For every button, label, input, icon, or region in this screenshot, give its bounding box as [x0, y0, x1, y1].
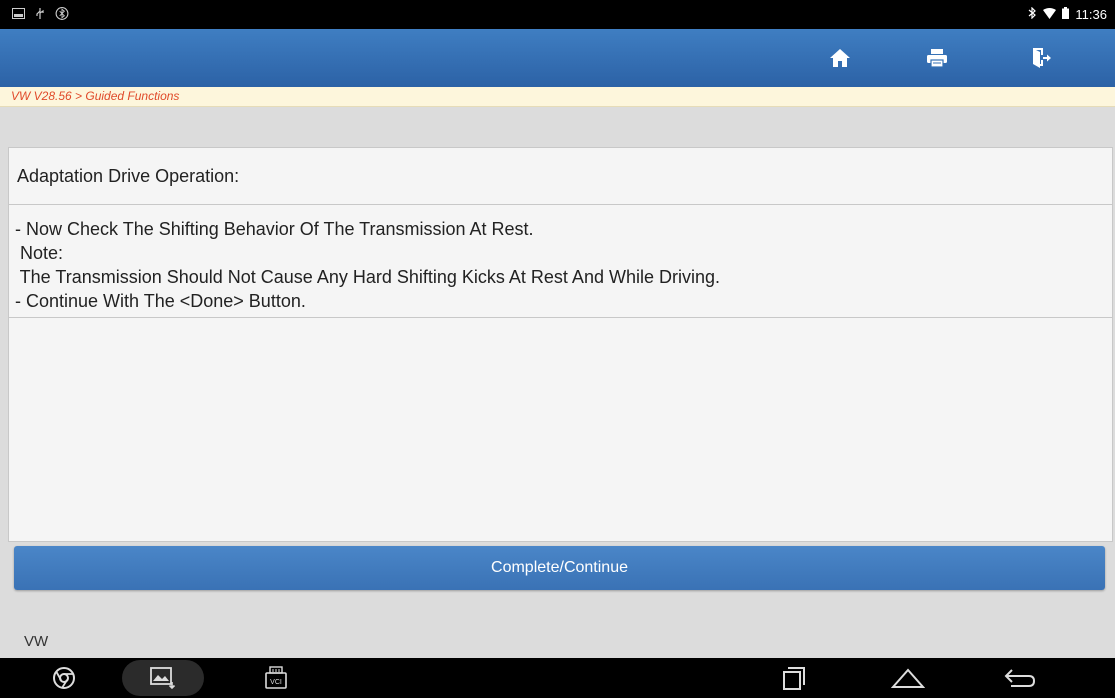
bluetooth-icon [1028, 6, 1037, 22]
vehicle-label: VW [24, 633, 49, 650]
vci-icon: VCI [265, 666, 287, 689]
chrome-button[interactable] [44, 658, 84, 698]
gallery-icon [150, 667, 176, 689]
navigation-bar: VCI [0, 658, 1115, 698]
panel-heading: Adaptation Drive Operation: [9, 148, 1112, 205]
recent-apps-button[interactable] [774, 658, 814, 698]
message-panel: Adaptation Drive Operation: - Now Check … [8, 147, 1113, 542]
home-outline-icon [891, 668, 925, 688]
instruction-line: Note: [15, 243, 64, 263]
gallery-button[interactable] [122, 660, 204, 696]
clock: 11:36 [1075, 7, 1107, 22]
printer-icon [927, 49, 947, 68]
panel-body: - Now Check The Shifting Behavior Of The… [9, 205, 1112, 318]
complete-continue-button[interactable]: Complete/Continue [14, 546, 1105, 590]
instruction-line: The Transmission Should Not Cause Any Ha… [15, 267, 720, 287]
breadcrumb-text: VW V28.56 > Guided Functions [11, 89, 180, 103]
bluetooth-setting-icon [55, 6, 69, 20]
vci-button[interactable]: VCI [256, 658, 296, 698]
svg-text:VCI: VCI [270, 679, 282, 686]
back-icon [1004, 669, 1036, 687]
chrome-icon [53, 667, 75, 689]
instruction-line: - Continue With The <Done> Button. [15, 291, 306, 311]
home-icon [830, 49, 850, 67]
back-button[interactable] [995, 658, 1045, 698]
header-spacer [0, 107, 1115, 147]
wifi-icon [1043, 7, 1057, 22]
exit-icon [1033, 48, 1051, 68]
instruction-line: - Now Check The Shifting Behavior Of The… [15, 219, 534, 239]
print-button[interactable] [906, 29, 968, 87]
app-toolbar [0, 29, 1115, 87]
status-bar: 11:36 [0, 0, 1115, 29]
usb-icon [33, 6, 47, 20]
recent-apps-icon [783, 667, 805, 690]
exit-button[interactable] [1010, 29, 1072, 87]
breadcrumb: VW V28.56 > Guided Functions [0, 87, 1115, 107]
battery-icon [1062, 7, 1070, 22]
android-home-button[interactable] [883, 658, 933, 698]
home-button[interactable] [809, 29, 871, 87]
screenshot-icon [11, 6, 25, 20]
